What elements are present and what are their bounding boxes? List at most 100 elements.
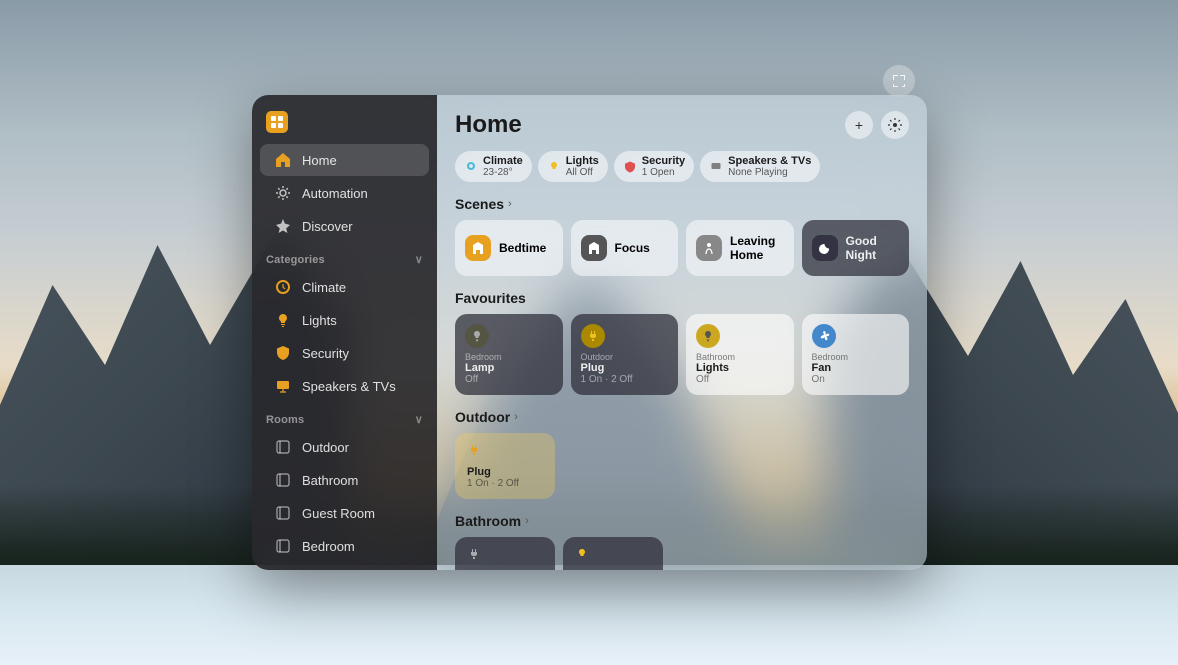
security-chip-icon bbox=[623, 160, 637, 174]
sidebar-category-label-climate: Climate bbox=[302, 280, 346, 295]
lights-chip-sub: All Off bbox=[566, 167, 599, 178]
climate-chip-sub: 23-28° bbox=[483, 167, 523, 178]
outdoor-section-arrow: › bbox=[514, 411, 518, 423]
rooms-section-header: Rooms ∨ bbox=[252, 403, 437, 430]
security-chip-title: Security bbox=[642, 155, 685, 167]
page-title: Home bbox=[455, 111, 522, 139]
scenes-arrow: › bbox=[508, 198, 512, 210]
bedroom-lamp-fav-room: Bedroom bbox=[465, 352, 553, 362]
device-card-bathroom-lights[interactable]: Lights Off bbox=[563, 537, 663, 570]
favourites-section-header[interactable]: Favourites bbox=[455, 290, 909, 306]
categories-label: Categories bbox=[266, 254, 325, 266]
sidebar-logo bbox=[252, 107, 437, 143]
app-logo-icon bbox=[266, 111, 288, 133]
sidebar-category-lights[interactable]: Lights bbox=[260, 304, 429, 336]
sidebar-room-label-outdoor: Outdoor bbox=[302, 440, 349, 455]
scene-card-good-night[interactable]: Good Night bbox=[802, 220, 910, 276]
guest-room-room-icon bbox=[274, 504, 292, 522]
favourite-card-bathroom-lights[interactable]: Bathroom Lights Off bbox=[686, 314, 794, 395]
scenes-title: Scenes bbox=[455, 196, 504, 212]
sidebar-category-security[interactable]: Security bbox=[260, 337, 429, 369]
scene-card-focus[interactable]: Focus bbox=[571, 220, 679, 276]
sidebar-category-label-lights: Lights bbox=[302, 313, 337, 328]
favourite-card-bedroom-lamp[interactable]: Bedroom Lamp Off bbox=[455, 314, 563, 395]
sidebar-item-automation[interactable]: Automation bbox=[260, 177, 429, 209]
climate-chip-text: Climate 23-28° bbox=[483, 155, 523, 178]
security-chip-text: Security 1 Open bbox=[642, 155, 685, 178]
scene-card-leaving-home[interactable]: Leaving Home bbox=[686, 220, 794, 276]
scenes-section-header[interactable]: Scenes › bbox=[455, 196, 909, 212]
room-section-bathroom: Bathroom › Power Point Off Lights Off bbox=[455, 513, 909, 570]
sidebar-item-label-home: Home bbox=[302, 153, 337, 168]
outdoor-plug-fav-room: Outdoor bbox=[581, 352, 669, 362]
sidebar-room-bathroom[interactable]: Bathroom bbox=[260, 464, 429, 496]
lights-chip-text: Lights All Off bbox=[566, 155, 599, 178]
sidebar-room-label-guest-room: Guest Room bbox=[302, 506, 375, 521]
sidebar-room-label-bathroom: Bathroom bbox=[302, 473, 358, 488]
sidebar-item-home[interactable]: Home bbox=[260, 144, 429, 176]
climate-chip-icon bbox=[464, 160, 478, 174]
outdoor-plug-device-icon bbox=[467, 443, 543, 462]
status-chips: Climate 23-28° Lights All Off Security 1… bbox=[455, 151, 909, 182]
sidebar-category-label-speakers-tvs: Speakers & TVs bbox=[302, 379, 396, 394]
room-section-outdoor: Outdoor › Plug 1 On · 2 Off bbox=[455, 409, 909, 499]
rooms-chevron: ∨ bbox=[415, 413, 423, 426]
bathroom-section-header[interactable]: Bathroom › bbox=[455, 513, 909, 529]
snow-ground bbox=[0, 565, 1178, 665]
security-category-icon bbox=[274, 344, 292, 362]
scenes-grid: Bedtime Focus Leaving Home Good Night bbox=[455, 220, 909, 276]
bedroom-fan-fav-icon bbox=[812, 324, 836, 348]
status-chip-security[interactable]: Security 1 Open bbox=[614, 151, 694, 182]
focus-scene-name: Focus bbox=[615, 241, 650, 255]
outdoor-plug-device-name: Plug bbox=[467, 466, 543, 478]
status-chip-climate[interactable]: Climate 23-28° bbox=[455, 151, 532, 182]
speakers-chip-sub: None Playing bbox=[728, 167, 811, 178]
bedroom-lamp-fav-icon bbox=[465, 324, 489, 348]
sidebar-room-bedroom[interactable]: Bedroom bbox=[260, 530, 429, 562]
sidebar-room-lounge-room[interactable]: Lounge Room bbox=[260, 563, 429, 570]
bathroom-devices: Power Point Off Lights Off bbox=[455, 537, 909, 570]
good-night-scene-icon bbox=[812, 235, 838, 261]
favourites-title: Favourites bbox=[455, 290, 526, 306]
sidebar-rooms: Outdoor Bathroom Guest Room Bedroom bbox=[252, 430, 437, 570]
bathroom-lights-fav-room: Bathroom bbox=[696, 352, 784, 362]
top-right-action-icon[interactable] bbox=[883, 65, 915, 97]
sidebar-item-label-automation: Automation bbox=[302, 186, 368, 201]
bathroom-lights-fav-status: Off bbox=[696, 374, 784, 385]
sidebar-item-discover[interactable]: Discover bbox=[260, 210, 429, 242]
lights-category-icon bbox=[274, 311, 292, 329]
bedtime-scene-icon bbox=[465, 235, 491, 261]
add-button[interactable]: + bbox=[845, 111, 873, 139]
bathroom-room-icon bbox=[274, 471, 292, 489]
discover-icon bbox=[274, 217, 292, 235]
bedroom-lamp-fav-name: Lamp bbox=[465, 362, 553, 374]
sidebar-category-climate[interactable]: Climate bbox=[260, 271, 429, 303]
device-card-outdoor-plug[interactable]: Plug 1 On · 2 Off bbox=[455, 433, 555, 499]
bathroom-lights-fav-icon bbox=[696, 324, 720, 348]
settings-button[interactable] bbox=[881, 111, 909, 139]
sidebar-room-outdoor[interactable]: Outdoor bbox=[260, 431, 429, 463]
bedtime-scene-name: Bedtime bbox=[499, 241, 546, 255]
bedroom-lamp-fav-status: Off bbox=[465, 374, 553, 385]
favourite-card-bedroom-fan[interactable]: Bedroom Fan On bbox=[802, 314, 910, 395]
good-night-scene-name: Good Night bbox=[846, 234, 900, 262]
outdoor-section-header[interactable]: Outdoor › bbox=[455, 409, 909, 425]
sidebar-nav: Home Automation Discover bbox=[252, 143, 437, 243]
favourite-card-outdoor-plug[interactable]: Outdoor Plug 1 On · 2 Off bbox=[571, 314, 679, 395]
sidebar-categories: Climate Lights Security Speakers & TVs bbox=[252, 270, 437, 403]
sidebar-category-speakers-tvs[interactable]: Speakers & TVs bbox=[260, 370, 429, 402]
lights-chip-title: Lights bbox=[566, 155, 599, 167]
device-card-bathroom-power[interactable]: Power Point Off bbox=[455, 537, 555, 570]
speakers-tvs-category-icon bbox=[274, 377, 292, 395]
room-sections: Outdoor › Plug 1 On · 2 Off Bathroom › P… bbox=[455, 409, 909, 570]
favourites-grid: Bedroom Lamp Off Outdoor Plug 1 On · 2 O… bbox=[455, 314, 909, 395]
categories-section-header: Categories ∨ bbox=[252, 243, 437, 270]
outdoor-devices: Plug 1 On · 2 Off bbox=[455, 433, 909, 499]
scene-card-bedtime[interactable]: Bedtime bbox=[455, 220, 563, 276]
sidebar-room-guest-room[interactable]: Guest Room bbox=[260, 497, 429, 529]
rooms-label: Rooms bbox=[266, 414, 304, 426]
bathroom-power-device-icon bbox=[467, 547, 543, 566]
bedroom-fan-fav-room: Bedroom bbox=[812, 352, 900, 362]
status-chip-lights[interactable]: Lights All Off bbox=[538, 151, 608, 182]
status-chip-speakers[interactable]: Speakers & TVs None Playing bbox=[700, 151, 820, 182]
